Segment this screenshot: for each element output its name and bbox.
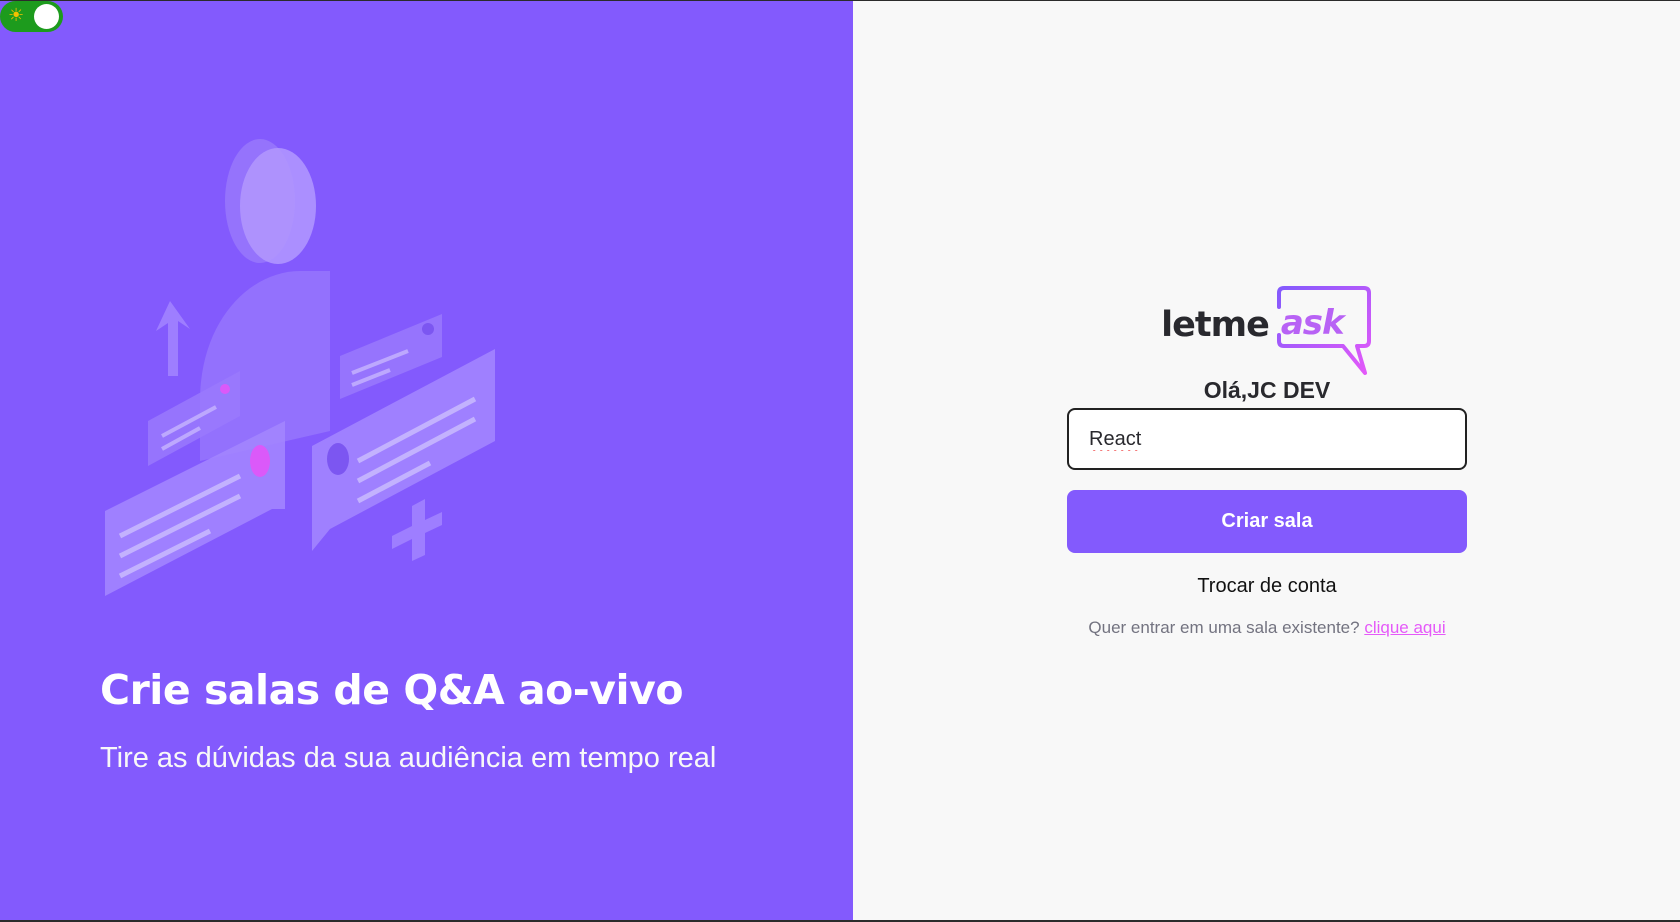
speech-bubble-icon: ask xyxy=(1275,285,1373,381)
switch-account-button[interactable]: Trocar de conta xyxy=(1197,575,1336,598)
join-room-prompt: Quer entrar em uma sala existente? cliqu… xyxy=(1088,618,1445,638)
logo-text-letme: letme xyxy=(1161,305,1270,345)
theme-toggle[interactable]: ☀ xyxy=(0,1,63,32)
logo-text-ask: ask xyxy=(1280,303,1345,343)
sun-icon: ☀ xyxy=(8,5,25,26)
user-greeting: Olá,JC DEV xyxy=(1203,377,1331,403)
create-room-button[interactable]: Criar sala xyxy=(1067,490,1467,553)
hero-subtitle: Tire as dúvidas da sua audiência em temp… xyxy=(100,742,717,774)
create-room-form: letme ask Olá,JC DEV Criar sala Trocar d… xyxy=(1067,285,1467,638)
hero-panel: Crie salas de Q&A ao-vivo Tire as dúvida… xyxy=(0,1,853,922)
join-room-text: Quer entrar em uma sala existente? xyxy=(1088,618,1360,637)
letmeask-logo: letme ask xyxy=(1161,285,1373,381)
toggle-knob xyxy=(34,4,59,29)
qa-illustration xyxy=(105,139,495,596)
hero-title: Crie salas de Q&A ao-vivo xyxy=(100,666,683,714)
join-room-link[interactable]: clique aqui xyxy=(1364,618,1445,637)
room-name-input[interactable] xyxy=(1067,408,1467,470)
main-content: letme ask Olá,JC DEV Criar sala Trocar d… xyxy=(853,1,1680,922)
